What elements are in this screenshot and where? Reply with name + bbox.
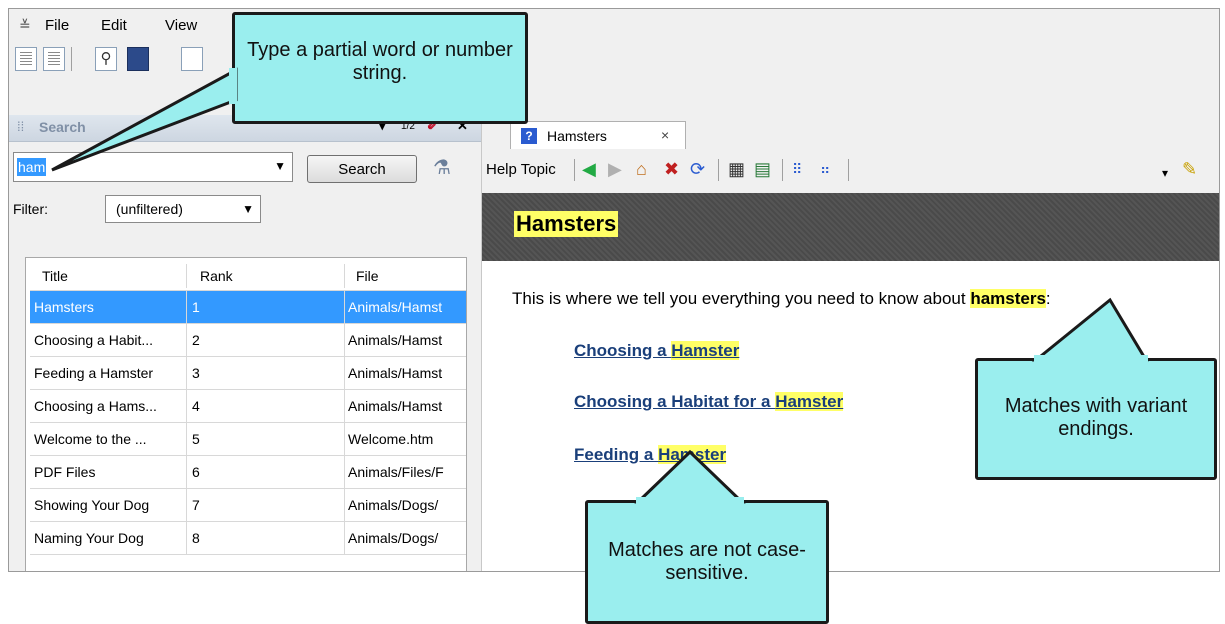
callout-tail-case xyxy=(634,449,746,504)
